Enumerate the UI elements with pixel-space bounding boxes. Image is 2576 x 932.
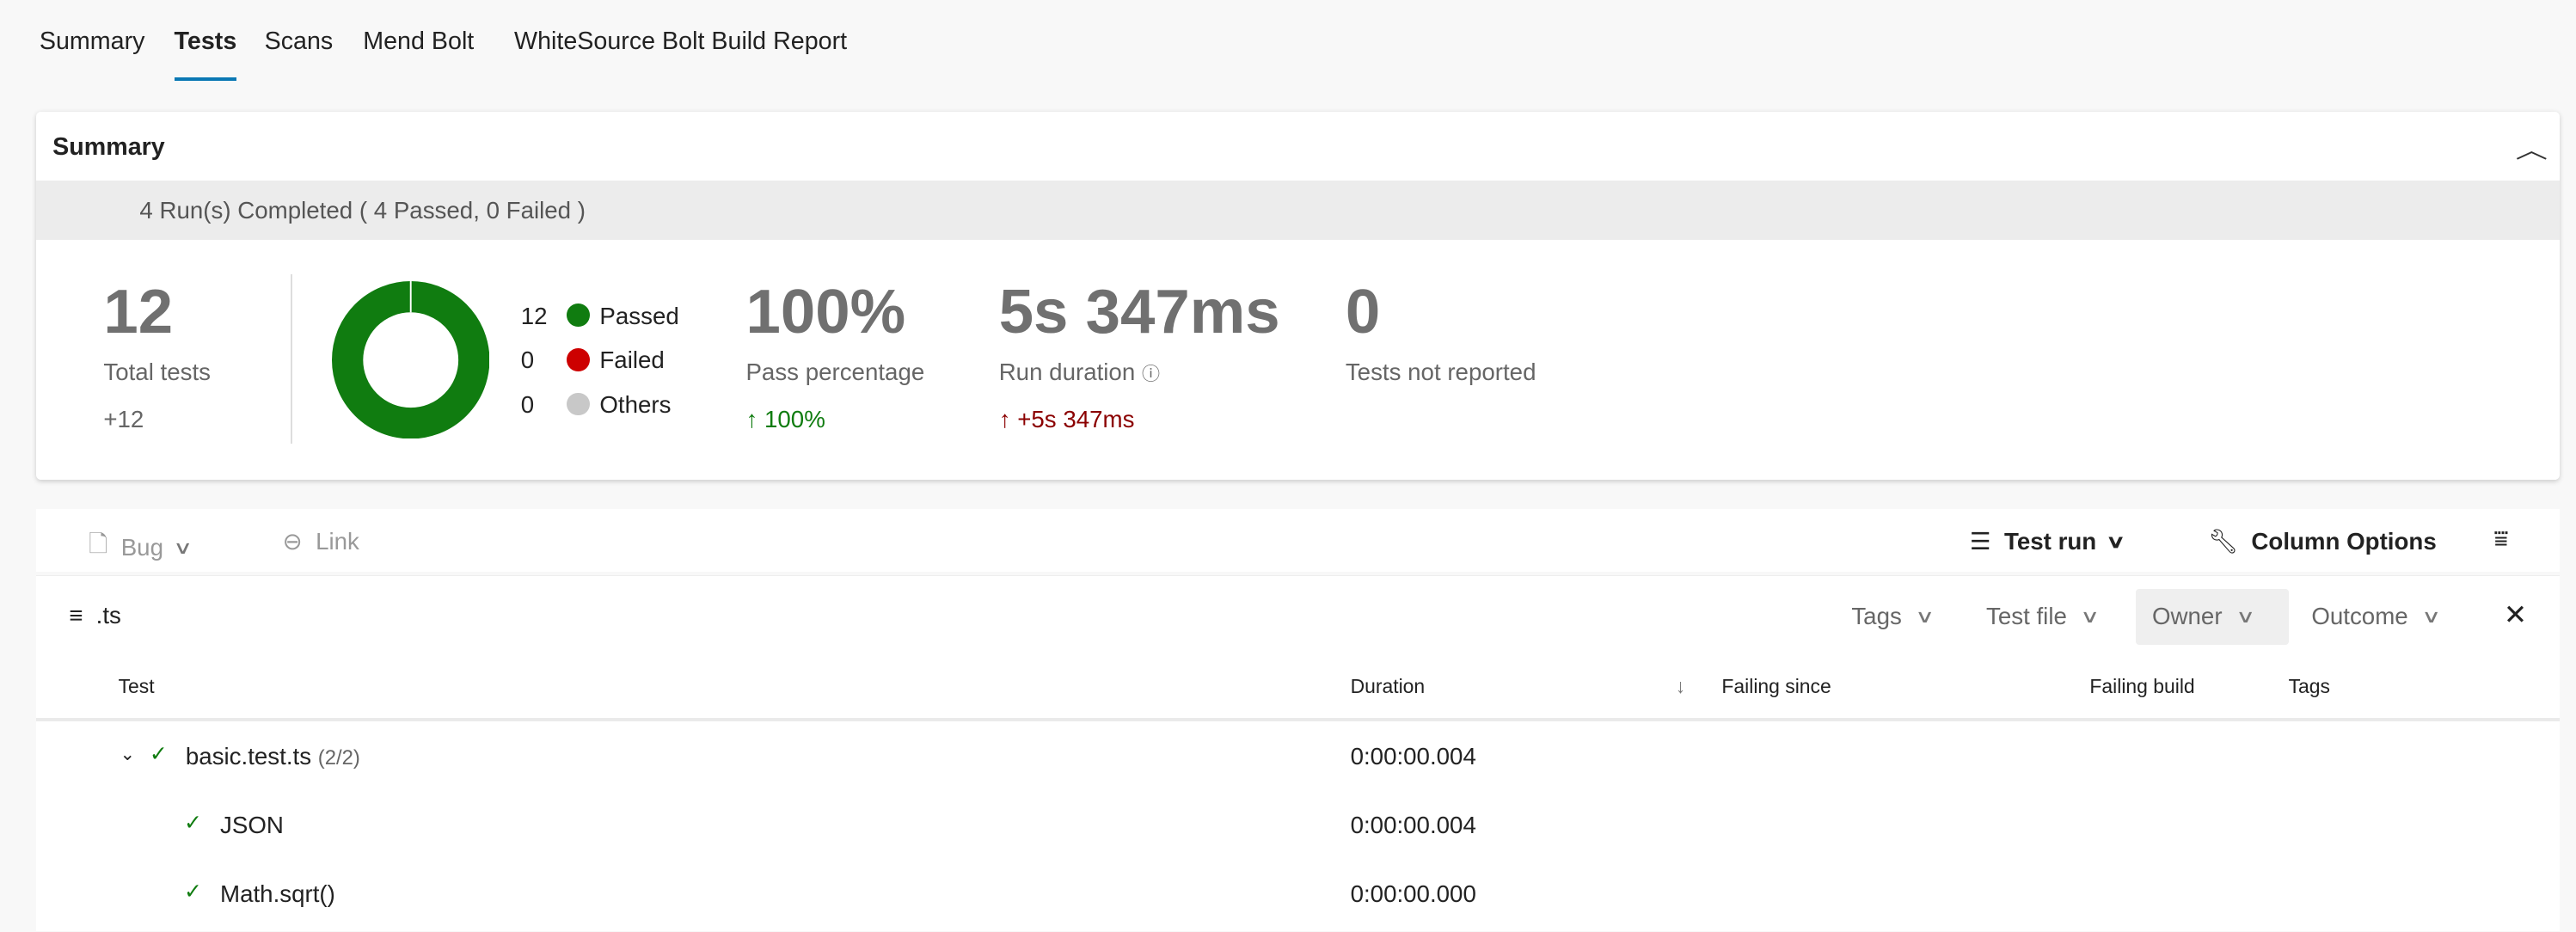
build-results-page: Summary Tests Scans Mend Bolt WhiteSourc… <box>0 0 2576 932</box>
collapse-chevron-up-icon[interactable]: ︿ <box>2516 132 2548 165</box>
not-reported-value: 0 <box>1345 276 1381 346</box>
outcome-filter[interactable]: Outcome ∨ <box>2295 589 2454 645</box>
column-header-failing-build[interactable]: Failing build <box>2089 675 2194 698</box>
column-header-failing-since[interactable]: Failing since <box>1721 675 1831 698</box>
outcome-filter-label: Outcome <box>2311 603 2408 630</box>
link-button[interactable]: ⊖ Link <box>283 527 359 555</box>
link-label: Link <box>316 527 359 555</box>
test-name: Math.sqrt() <box>220 880 335 908</box>
pass-percentage-delta: ↑ 100% <box>745 406 825 433</box>
chevron-down-icon: ∨ <box>2080 607 2101 628</box>
tags-filter[interactable]: Tags ∨ <box>1835 589 1947 645</box>
test-name: JSON <box>220 811 284 838</box>
test-duration: 0:00:00.004 <box>1350 811 1476 838</box>
run-duration-delta: ↑ +5s 347ms <box>999 406 1135 433</box>
arrow-up-icon: ↑ <box>998 405 1018 432</box>
sort-descending-arrow-icon[interactable]: ↓ <box>1676 675 1685 698</box>
passed-dot-icon <box>567 304 590 328</box>
summary-card: Summary ︿ 4 Run(s) Completed ( 4 Passed,… <box>36 111 2560 480</box>
column-options-label: Column Options <box>2251 527 2437 555</box>
run-duration-value: 5s 347ms <box>998 276 1280 346</box>
legend-others-count: 0 <box>520 390 535 418</box>
not-reported-label: Tests not reported <box>1345 358 1536 385</box>
filter-bar: ≡ .ts Tags ∨ Test file ∨ Owner ∨ Outcome ∨ ✕ <box>36 574 2560 659</box>
filter-toggle-button[interactable]: ⩸ <box>2493 525 2508 554</box>
chevron-down-icon: ∨ <box>2235 607 2255 628</box>
column-header-test[interactable]: Test <box>119 675 155 698</box>
bug-button[interactable]: 🗋 Bug ∨ <box>89 527 193 567</box>
clear-filters-close-icon[interactable]: ✕ <box>2504 598 2527 631</box>
results-toolbar: 🗋 Bug ∨ ⊖ Link ☰ Test run ∨ 🔧︎ Column Options … <box>36 509 2560 572</box>
group-count: (2/2) <box>317 745 360 770</box>
table-row[interactable]: ✓ JSON 0:00:00.004 <box>36 792 2560 857</box>
owner-filter[interactable]: Owner ∨ <box>2135 589 2289 645</box>
run-duration-label-wrap: Run duration ⓘ <box>999 359 1160 386</box>
owner-filter-label: Owner <box>2151 603 2223 630</box>
passed-check-icon: ✓ <box>149 742 168 766</box>
test-run-dropdown[interactable]: ☰ Test run ∨ <box>1969 527 2126 555</box>
test-duration: 0:00:00.000 <box>1350 880 1476 908</box>
bug-label: Bug <box>120 533 163 561</box>
tab-tests[interactable]: Tests <box>175 28 237 56</box>
others-dot-icon <box>567 392 590 416</box>
wrench-icon: 🔧︎ <box>2207 528 2239 555</box>
passed-check-icon: ✓ <box>183 811 202 835</box>
legend-failed-label: Failed <box>599 346 665 374</box>
table-row-group[interactable]: ⌄ ✓ basic.test.ts (2/2) 0:00:00.004 <box>36 723 2560 788</box>
expand-chevron-down-icon[interactable]: ⌄ <box>120 743 135 765</box>
group-duration: 0:00:00.004 <box>1350 742 1476 770</box>
test-file-name: basic.test.ts (2/2) <box>186 743 360 770</box>
tags-filter-label: Tags <box>1851 603 1902 630</box>
chevron-down-icon: ∨ <box>1915 607 1935 628</box>
divider <box>291 274 293 444</box>
run-duration-delta-value: +5s 347ms <box>1017 405 1135 432</box>
runs-status-text: 4 Run(s) Completed ( 4 Passed, 0 Failed … <box>139 197 586 224</box>
test-file-filter-label: Test file <box>1986 603 2067 630</box>
tab-mend-bolt[interactable]: Mend Bolt <box>363 28 474 56</box>
list-icon: ☰ <box>1969 528 1991 555</box>
arrow-up-icon: ↑ <box>745 405 764 432</box>
donut-passed-segment <box>331 280 490 439</box>
active-tab-indicator <box>174 77 237 81</box>
link-icon: ⊖ <box>282 528 303 555</box>
test-file-filter[interactable]: Test file ∨ <box>1970 589 2113 645</box>
chevron-down-icon: ∨ <box>173 537 193 558</box>
test-run-label: Test run <box>2004 527 2097 555</box>
total-tests-delta: +12 <box>103 405 144 432</box>
pass-percentage-delta-value: 100% <box>764 405 825 432</box>
run-duration-label: Run duration <box>998 358 1136 385</box>
tab-scans[interactable]: Scans <box>265 28 334 56</box>
pass-percentage-label: Pass percentage <box>745 358 925 385</box>
legend-failed-count: 0 <box>520 346 535 374</box>
column-header-duration[interactable]: Duration <box>1351 675 1426 698</box>
pass-percentage-value: 100% <box>745 276 906 346</box>
total-tests-label: Total tests <box>103 358 212 385</box>
column-options-button[interactable]: 🔧︎ Column Options <box>2208 527 2437 555</box>
runs-status-bar: 4 Run(s) Completed ( 4 Passed, 0 Failed … <box>36 181 2560 240</box>
chevron-down-icon: ∨ <box>2420 607 2441 628</box>
group-name: basic.test.ts <box>185 742 312 770</box>
test-results-table: Test Duration ↓ Failing since Failing bu… <box>36 657 2560 932</box>
table-row[interactable]: ✓ Math.sqrt() 0:00:00.000 <box>36 861 2560 926</box>
chevron-down-icon: ∨ <box>2106 531 2126 552</box>
legend-passed-count: 12 <box>520 302 548 329</box>
legend-passed-label: Passed <box>599 302 679 329</box>
outcome-donut-chart <box>331 280 490 439</box>
filter-icon: ≡ <box>69 602 83 629</box>
tab-summary[interactable]: Summary <box>40 28 145 56</box>
header-divider <box>36 717 2560 721</box>
passed-check-icon: ✓ <box>183 880 202 904</box>
column-header-tags[interactable]: Tags <box>2289 675 2330 698</box>
tab-whitesource-report[interactable]: WhiteSource Bolt Build Report <box>514 28 847 56</box>
legend-others-label: Others <box>599 390 672 418</box>
keyword-filter[interactable]: ≡ .ts <box>69 602 121 629</box>
keyword-filter-input[interactable]: .ts <box>96 602 121 629</box>
summary-title: Summary <box>52 132 165 161</box>
total-tests-value: 12 <box>103 276 174 346</box>
info-icon[interactable]: ⓘ <box>1142 365 1160 384</box>
bug-icon: 🗋 <box>89 530 108 558</box>
failed-dot-icon <box>567 348 590 371</box>
filter-icon: ⩸ <box>2493 525 2509 553</box>
